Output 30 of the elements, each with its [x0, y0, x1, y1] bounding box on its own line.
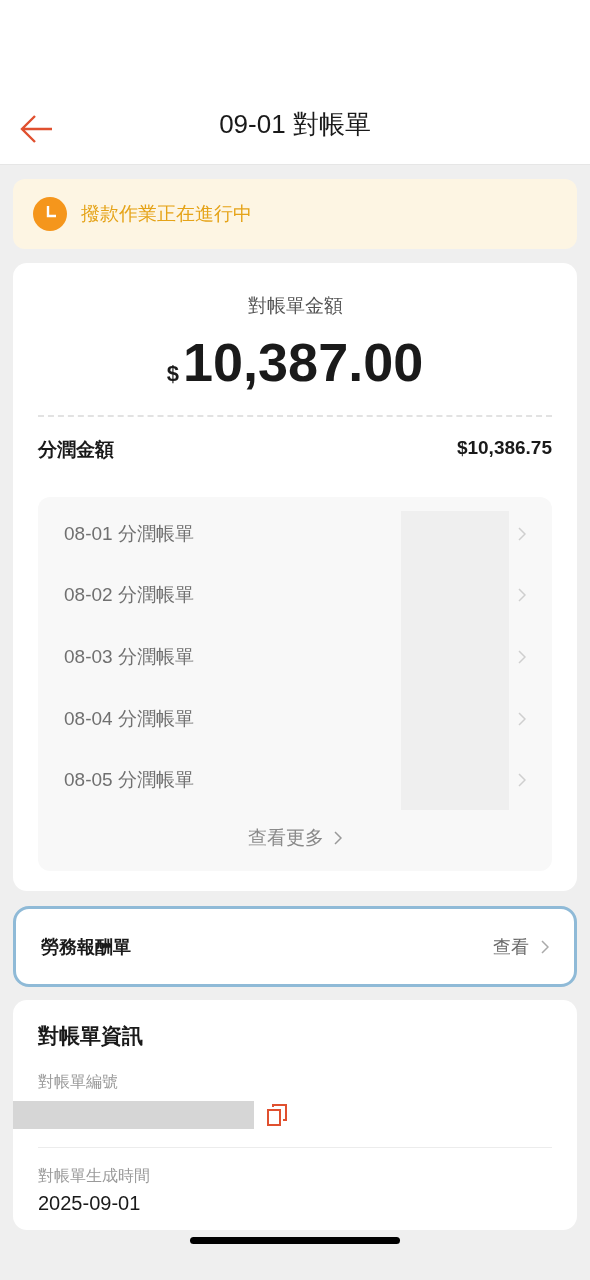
field-label: 對帳單編號: [38, 1072, 119, 1092]
labor-receipt-row[interactable]: 勞務報酬單 查看: [13, 906, 577, 987]
clock-icon: [33, 197, 67, 231]
banner-text: 撥款作業正在進行中: [81, 202, 252, 226]
chevron-icon: [541, 939, 549, 954]
bill-list-item[interactable]: 08-04 分潤帳單: [38, 687, 552, 750]
chevron-icon: [518, 773, 526, 788]
chevron-icon: [518, 588, 526, 603]
share-label: 分潤金額: [38, 438, 114, 462]
chevron-icon: [334, 830, 342, 845]
section-title: 對帳單資訊: [38, 1023, 144, 1049]
share-amount: $10,386.75: [456, 437, 552, 460]
bill-list-item[interactable]: 08-01 分潤帳單: [38, 503, 552, 565]
currency-sign: $: [166, 361, 179, 387]
field-label: 對帳單生成時間: [38, 1166, 151, 1186]
copy-icon[interactable]: [266, 1104, 288, 1126]
chevron-icon: [518, 650, 526, 664]
view-more-link[interactable]: 查看更多: [248, 824, 342, 851]
chevron-icon: [518, 711, 526, 726]
amount-label: 對帳單金額: [247, 294, 343, 318]
bill-list-item[interactable]: 08-03 分潤帳單: [38, 626, 552, 688]
labor-label: 勞務報酬單: [41, 935, 131, 959]
statement-amount: 10,387.00: [183, 331, 424, 393]
chevron-icon: [518, 526, 526, 541]
field-value: 2025-09-01: [38, 1191, 142, 1215]
bill-list-item[interactable]: 08-05 分潤帳單: [38, 749, 552, 811]
back-arrow-icon[interactable]: [20, 114, 54, 144]
page-title: 09-01 對帳單: [219, 107, 371, 141]
view-link[interactable]: 查看: [493, 934, 529, 959]
bill-list-item[interactable]: 08-02 分潤帳單: [38, 564, 552, 627]
